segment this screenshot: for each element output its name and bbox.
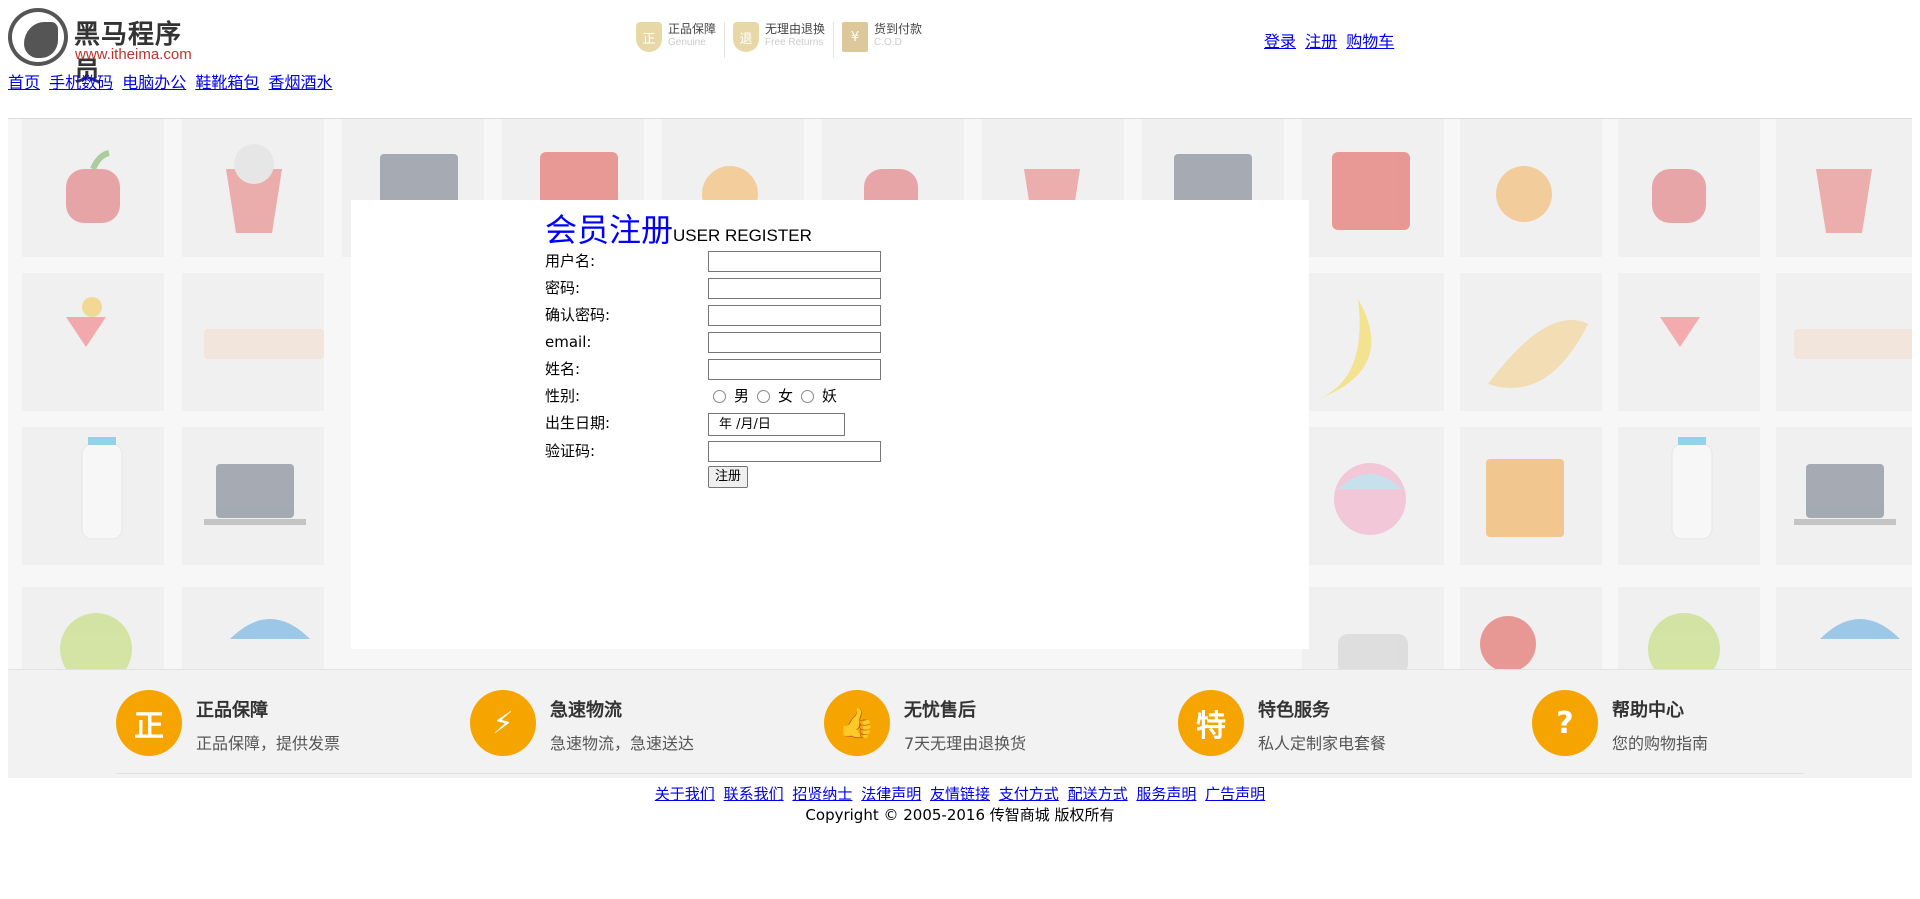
nav-item-bags[interactable]: 鞋靴箱包 [195,73,259,92]
birthday-label: 出生日期: [545,414,611,432]
gender-option-label: 妖 [822,387,838,405]
promo-label: 货到付款 [874,22,923,36]
password-label: 密码: [545,279,581,297]
footer-link-payment[interactable]: 支付方式 [999,785,1059,803]
footer-link-ads[interactable]: 广告声明 [1205,785,1265,803]
promo-label-en: Genuine [668,37,706,48]
shield-genuine-icon: 正 [636,22,662,52]
service-bar: 正 正品保障 正品保障，提供发票 ⚡ 急速物流 急速物流，急速送达 👍 无忧售后… [8,669,1912,778]
shield-returns-icon: 退 [733,22,760,52]
register-title-cn: 会员注册 [545,211,674,249]
cart-link[interactable]: 购物车 [1346,32,1394,51]
footer-link-service[interactable]: 服务声明 [1136,785,1196,803]
service-genuine: 正 正品保障 正品保障，提供发票 [116,690,416,760]
username-label: 用户名: [545,252,596,270]
gender-radio-male[interactable] [713,389,726,403]
lightning-icon: ⚡ [470,690,536,756]
email-label: email: [545,333,592,351]
birthday-input[interactable]: 年 /月/日 [708,413,845,436]
footer-link-jobs[interactable]: 招贤纳士 [792,785,852,803]
promo-label-en: C.O.D [874,37,902,48]
promo-label-en: Free Returns [765,37,824,48]
service-divider [116,773,1804,774]
nav-item-computers[interactable]: 电脑办公 [122,73,186,92]
logo-url-text: www.itheima.com [75,46,192,63]
service-aftersales: 👍 无忧售后 7天无理由退换货 [824,690,1124,760]
footer-link-friends[interactable]: 友情链接 [930,785,990,803]
service-logistics: ⚡ 急速物流 急速物流，急速送达 [470,690,770,760]
service-title: 特色服务 [1258,700,1330,721]
gender-option-label: 男 [734,387,750,405]
footer-link-contact[interactable]: 联系我们 [724,785,784,803]
thumbs-up-icon: 👍 [824,690,890,756]
footer-link-delivery[interactable]: 配送方式 [1068,785,1128,803]
confirm-password-label: 确认密码: [545,306,611,324]
nav-item-home[interactable]: 首页 [8,73,40,92]
nav-item-phones[interactable]: 手机数码 [49,73,113,92]
email-input[interactable] [708,332,881,353]
promo-genuine: 正 正品保障 Genuine [636,22,726,58]
confirm-password-input[interactable] [708,305,881,326]
login-link[interactable]: 登录 [1264,32,1296,51]
service-title: 无忧售后 [904,700,976,721]
password-input[interactable] [708,278,881,299]
promo-returns: 退 无理由退换 Free Returns [733,22,835,58]
gender-radio-other[interactable] [801,389,815,403]
service-desc: 急速物流，急速送达 [550,734,695,753]
service-special: 特 特色服务 私人定制家电套餐 [1178,690,1478,760]
captcha-label: 验证码: [545,442,596,460]
service-desc: 私人定制家电套餐 [1258,734,1387,753]
name-label: 姓名: [545,360,581,378]
service-desc: 正品保障，提供发票 [196,734,341,753]
promo-label: 正品保障 [668,22,717,36]
name-input[interactable] [708,359,881,380]
footer-links: 关于我们 联系我们 招贤纳士 法律声明 友情链接 支付方式 配送方式 服务声明 … [0,783,1920,804]
question-mark-icon: ? [1532,690,1598,756]
category-nav: 首页 手机数码 电脑办公 鞋靴箱包 香烟酒水 [8,69,336,93]
register-submit-button[interactable]: 注册 [708,466,749,488]
promo-badges: 正 正品保障 Genuine 退 无理由退换 Free Returns ¥ 货到… [636,22,938,58]
register-title: 会员注册USER REGISTER [545,205,812,251]
user-links: 登录 注册 购物车 [1264,28,1398,52]
service-desc: 7天无理由退换货 [904,734,1027,753]
promo-label: 无理由退换 [765,22,826,36]
cod-icon: ¥ [842,22,869,52]
captcha-input[interactable] [708,441,881,462]
promo-cod: ¥ 货到付款 C.O.D [842,22,930,58]
nav-item-liquor[interactable]: 香烟酒水 [268,73,332,92]
gender-options: 男 女 妖 [713,385,845,407]
footer-link-about[interactable]: 关于我们 [655,785,715,803]
service-title: 急速物流 [550,700,622,721]
register-title-en: USER REGISTER [673,226,812,245]
service-title: 帮助中心 [1612,700,1684,721]
username-input[interactable] [708,251,881,272]
copyright-text: Copyright © 2005-2016 传智商城 版权所有 [805,806,1115,824]
service-help: ? 帮助中心 您的购物指南 [1532,690,1832,760]
genuine-shield-icon: 正 [116,690,182,756]
register-link[interactable]: 注册 [1305,32,1337,51]
horse-logo-icon [8,8,68,66]
service-desc: 您的购物指南 [1612,734,1709,753]
service-title: 正品保障 [196,700,268,721]
gender-label: 性别: [545,387,581,405]
gender-radio-female[interactable] [757,389,771,403]
footer-link-legal[interactable]: 法律声明 [861,785,921,803]
special-badge-icon: 特 [1178,690,1244,756]
gender-option-label: 女 [778,387,794,405]
site-logo[interactable]: 黑马程序员 www.itheima.com [8,8,208,87]
